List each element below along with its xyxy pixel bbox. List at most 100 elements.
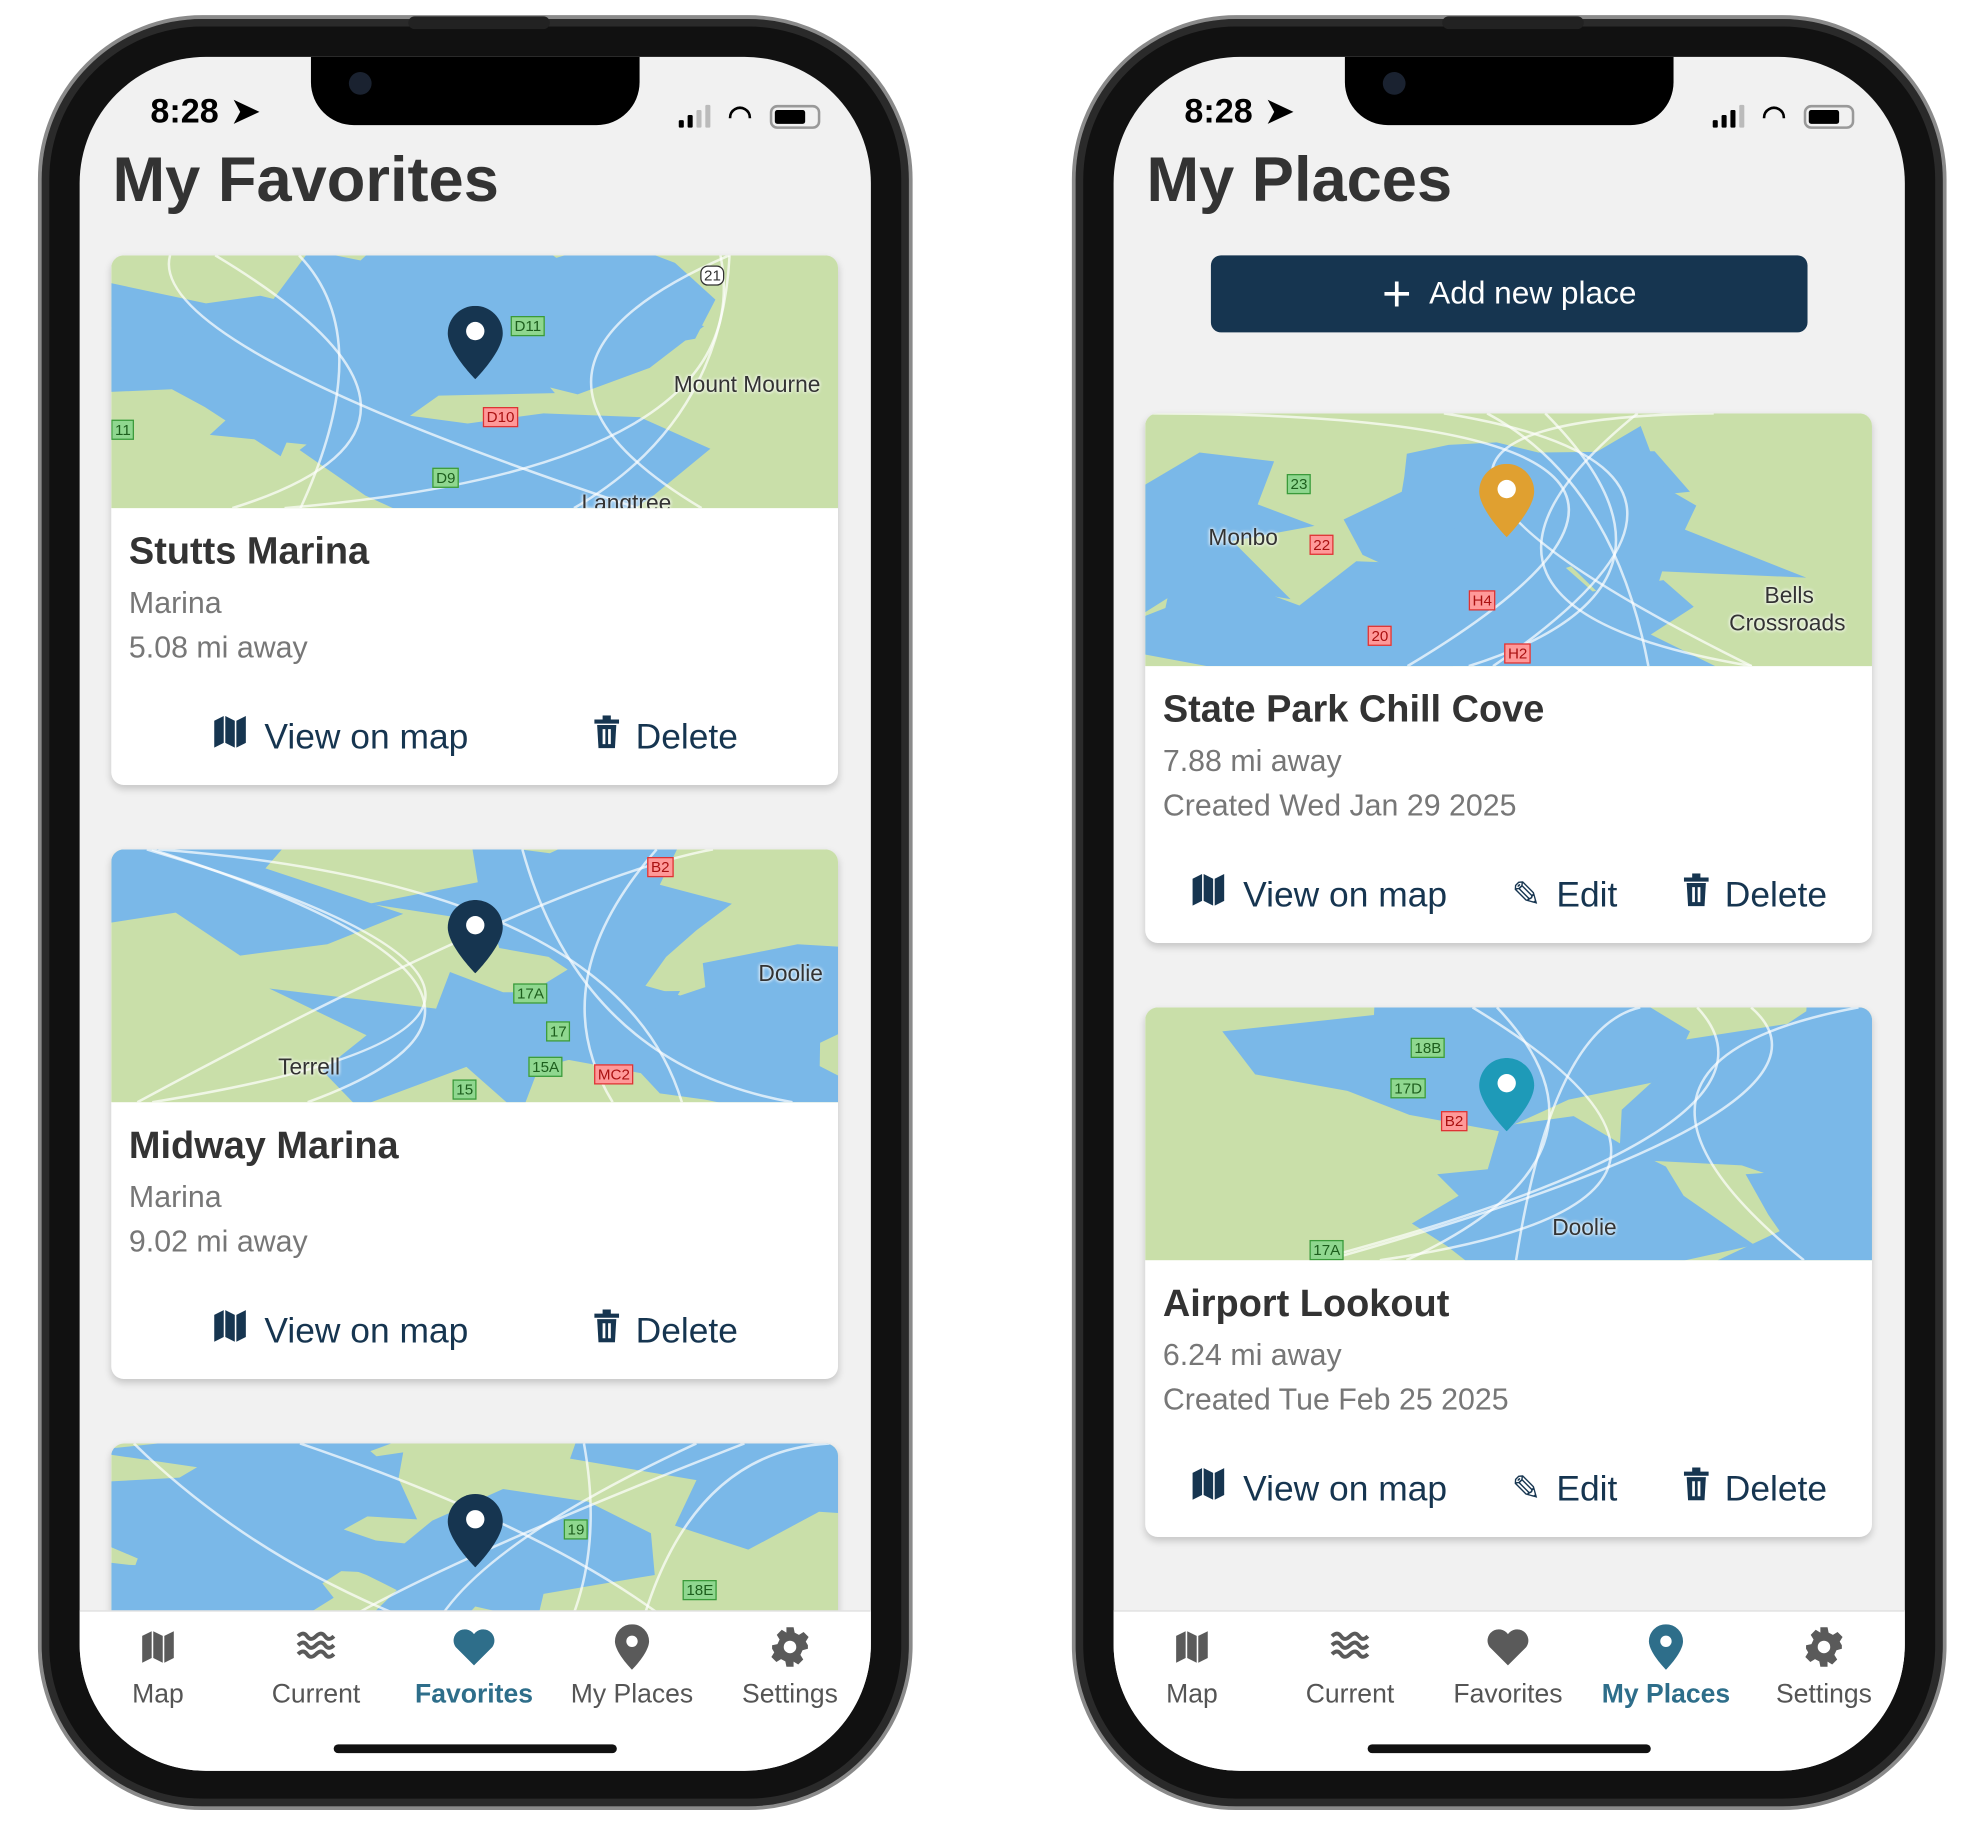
place-name: State Park Chill Cove bbox=[1162, 688, 1545, 731]
view-on-map-button[interactable]: View on map bbox=[211, 1307, 468, 1354]
view-on-map-button[interactable]: View on map bbox=[211, 713, 468, 760]
tab-label: Current bbox=[1305, 1679, 1395, 1709]
highway-shield: 21 bbox=[700, 265, 725, 286]
wifi-icon: ◠ bbox=[727, 99, 753, 132]
delete-button[interactable]: Delete bbox=[593, 713, 738, 760]
location-arrow-icon: ➤ bbox=[1265, 92, 1294, 131]
view-on-map-label: View on map bbox=[264, 716, 469, 756]
tab-current[interactable]: Current bbox=[1274, 1622, 1426, 1710]
place-distance: 7.88 mi away bbox=[1162, 744, 1342, 779]
plus-icon: + bbox=[1381, 266, 1412, 322]
phone-places: 8:28 ➤ ◠ My Places + Add new place Monbo B… bbox=[1071, 15, 1947, 1811]
place-name: Midway Marina bbox=[128, 1124, 399, 1167]
speaker bbox=[408, 16, 550, 30]
tab-label: Settings bbox=[1775, 1679, 1872, 1709]
map-pin-icon bbox=[447, 305, 503, 380]
delete-label: Delete bbox=[1724, 1468, 1828, 1508]
add-new-place-button[interactable]: + Add new place bbox=[1210, 255, 1808, 333]
place-card: Monbo Bells Crossroads 23 22 20 H4 H2 St… bbox=[1145, 413, 1872, 943]
map-icon bbox=[82, 1622, 234, 1673]
view-on-map-button[interactable]: View on map bbox=[1190, 871, 1447, 918]
tab-my-places[interactable]: My Places bbox=[556, 1622, 708, 1710]
notch bbox=[310, 56, 640, 126]
map-preview[interactable]: Doolie 18B 17D B2 17A bbox=[1145, 1007, 1872, 1261]
marker-label: 23 bbox=[1286, 474, 1312, 495]
marker-label: D11 bbox=[510, 316, 545, 337]
hazard-marker: D10 bbox=[482, 407, 519, 428]
marker-label: 19 bbox=[563, 1519, 589, 1540]
gear-icon bbox=[714, 1622, 866, 1673]
status-time: 8:28 bbox=[1184, 92, 1253, 131]
edit-label: Edit bbox=[1556, 874, 1618, 914]
delete-button[interactable]: Delete bbox=[1682, 871, 1827, 918]
map-label: Doolie bbox=[1552, 1214, 1617, 1240]
delete-label: Delete bbox=[635, 1310, 738, 1350]
marker-label: 17D bbox=[1390, 1078, 1426, 1099]
edit-button[interactable]: ✎ Edit bbox=[1512, 871, 1618, 918]
waves-icon bbox=[240, 1622, 392, 1673]
marker-label: 18B bbox=[1410, 1037, 1446, 1058]
tab-map[interactable]: Map bbox=[1116, 1622, 1268, 1710]
map-icon bbox=[1116, 1622, 1268, 1673]
hazard-marker: 22 bbox=[1309, 534, 1334, 555]
map-icon bbox=[1190, 871, 1228, 918]
view-on-map-label: View on map bbox=[1243, 874, 1448, 914]
favorites-screen: 8:28 ➤ ◠ My Favorites Mount Mourne Langtr… bbox=[79, 56, 871, 1771]
signal-icon bbox=[1712, 104, 1745, 128]
marker-label: 17 bbox=[546, 1021, 571, 1042]
camera bbox=[348, 72, 372, 95]
map-preview[interactable]: Mount Mourne Langtree 21 D11 D10 D9 11 bbox=[111, 255, 839, 509]
place-card: Doolie 18B 17D B2 17A Airport Lookout 6.… bbox=[1145, 1007, 1872, 1538]
tab-map[interactable]: Map bbox=[82, 1622, 234, 1710]
hazard-marker: H2 bbox=[1504, 643, 1532, 664]
delete-button[interactable]: Delete bbox=[593, 1307, 738, 1354]
heart-icon bbox=[398, 1622, 550, 1673]
map-preview[interactable]: Monbo Bells Crossroads 23 22 20 H4 H2 bbox=[1145, 413, 1872, 667]
view-on-map-button[interactable]: View on map bbox=[1190, 1465, 1447, 1512]
tab-label: Favorites bbox=[414, 1679, 534, 1709]
tab-favorites[interactable]: Favorites bbox=[398, 1622, 550, 1710]
edit-button[interactable]: ✎ Edit bbox=[1512, 1465, 1618, 1512]
tab-label: Current bbox=[271, 1679, 361, 1709]
map-tiles bbox=[1222, 1007, 1872, 1261]
favorite-card: Mount Mourne Langtree 21 D11 D10 D9 11 S… bbox=[111, 255, 839, 785]
tab-settings[interactable]: Settings bbox=[714, 1622, 866, 1710]
tab-current[interactable]: Current bbox=[240, 1622, 392, 1710]
map-label: Langtree bbox=[581, 490, 672, 509]
status-time: 8:28 bbox=[150, 92, 219, 131]
map-label: Doolie bbox=[758, 960, 823, 986]
delete-label: Delete bbox=[1724, 874, 1828, 914]
marker-label: 18E bbox=[682, 1580, 718, 1601]
delete-button[interactable]: Delete bbox=[1682, 1465, 1827, 1512]
trash-icon bbox=[1682, 1467, 1710, 1510]
tab-settings[interactable]: Settings bbox=[1748, 1622, 1900, 1710]
map-label: Bells bbox=[1764, 582, 1814, 608]
camera bbox=[1382, 72, 1406, 95]
marker-label: 15A bbox=[528, 1056, 563, 1077]
map-pin-icon bbox=[447, 1494, 503, 1568]
edit-label: Edit bbox=[1556, 1468, 1618, 1508]
place-type: Marina bbox=[128, 1180, 222, 1215]
place-created: Created Tue Feb 25 2025 bbox=[1162, 1382, 1509, 1417]
map-preview[interactable]: Doolie Terrell 17A 17 15A 15 MC2 B2 bbox=[111, 849, 839, 1103]
pencil-icon: ✎ bbox=[1511, 874, 1542, 914]
place-name: Stutts Marina bbox=[128, 530, 370, 573]
home-indicator bbox=[1367, 1744, 1651, 1754]
tab-my-places[interactable]: My Places bbox=[1590, 1622, 1742, 1710]
map-label: Crossroads bbox=[1729, 610, 1846, 636]
hazard-marker: MC2 bbox=[594, 1064, 634, 1085]
places-screen: 8:28 ➤ ◠ My Places + Add new place Monbo B… bbox=[1113, 56, 1905, 1771]
map-pin-icon bbox=[1479, 463, 1535, 538]
map-icon bbox=[211, 713, 249, 760]
battery-icon bbox=[769, 104, 821, 129]
place-distance: 6.24 mi away bbox=[1162, 1338, 1342, 1373]
marker-label: 11 bbox=[111, 419, 135, 440]
add-new-place-label: Add new place bbox=[1429, 275, 1637, 311]
heart-icon bbox=[1432, 1622, 1584, 1673]
tab-favorites[interactable]: Favorites bbox=[1432, 1622, 1584, 1710]
trash-icon bbox=[593, 1309, 621, 1352]
marker-label: 17A bbox=[513, 983, 548, 1004]
map-icon bbox=[1190, 1465, 1228, 1512]
tab-label: Settings bbox=[742, 1679, 838, 1709]
hazard-marker: B2 bbox=[1440, 1111, 1468, 1132]
